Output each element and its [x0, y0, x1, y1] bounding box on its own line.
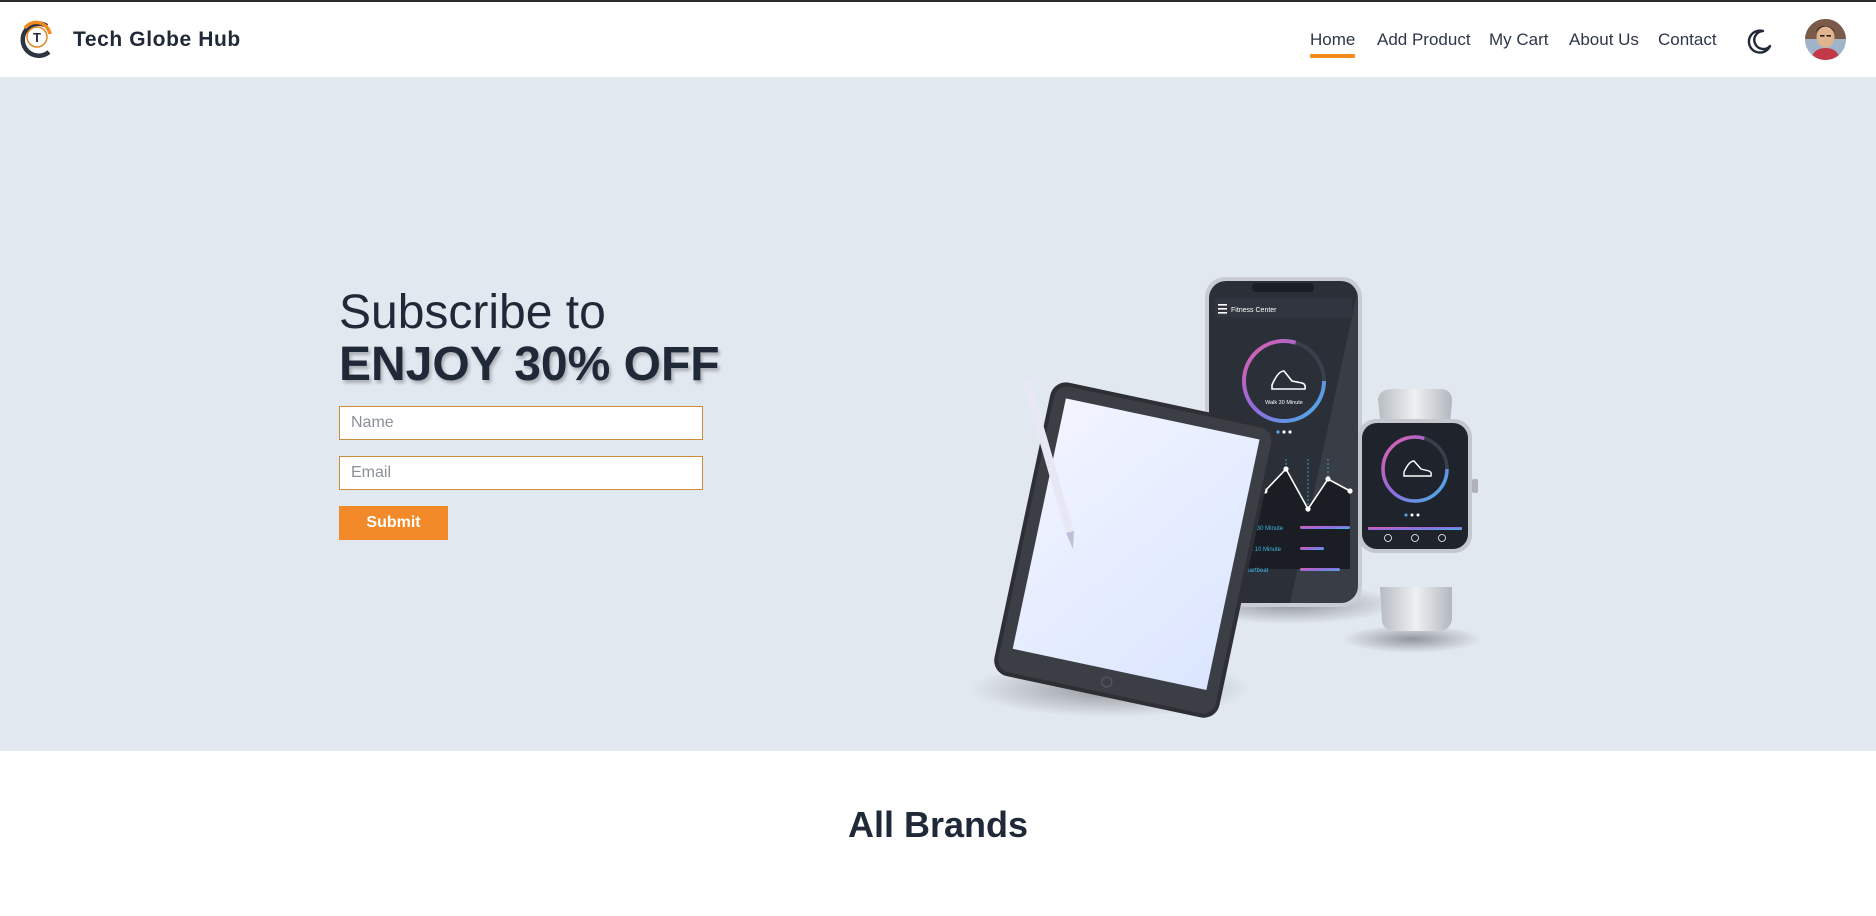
nav-home[interactable]: Home	[1310, 30, 1356, 58]
submit-button[interactable]: Submit	[339, 506, 448, 540]
devices-illustration: Fitness Center Walk 30 Minute Walk 30 Mi…	[970, 277, 1480, 718]
name-input[interactable]	[339, 406, 703, 440]
theme-toggle-button[interactable]	[1744, 26, 1774, 56]
phone-app-title: Fitness Center	[1231, 307, 1277, 314]
avatar-image	[1805, 19, 1846, 60]
phone-ring-text: Walk 30 Minute	[1265, 400, 1303, 406]
all-brands-heading: All Brands	[847, 804, 1029, 845]
navbar: T Tech Globe Hub Home Add Product My Car…	[0, 2, 1876, 77]
brand[interactable]: T Tech Globe Hub	[17, 18, 241, 62]
nav-about-us[interactable]: About Us	[1569, 30, 1639, 50]
email-input[interactable]	[339, 456, 703, 490]
hero-heading-line2: ENJOY 30% OFF	[339, 338, 720, 391]
tablet	[994, 382, 1276, 718]
hero-heading-line1: Subscribe to	[339, 286, 606, 339]
moon-icon	[1747, 29, 1772, 54]
hero-heading: Subscribe to ENJOY 30% OFF	[339, 287, 720, 391]
nav-add-product[interactable]: Add Product	[1377, 30, 1471, 50]
brand-name: Tech Globe Hub	[73, 28, 241, 51]
user-avatar[interactable]	[1805, 19, 1846, 60]
nav-my-cart[interactable]: My Cart	[1489, 30, 1549, 50]
nav-contact[interactable]: Contact	[1658, 30, 1717, 50]
hero-section: Subscribe to ENJOY 30% OFF Fitness Cente…	[0, 77, 1876, 751]
brand-logo-letter: T	[33, 30, 41, 45]
brand-logo: T	[20, 20, 52, 58]
